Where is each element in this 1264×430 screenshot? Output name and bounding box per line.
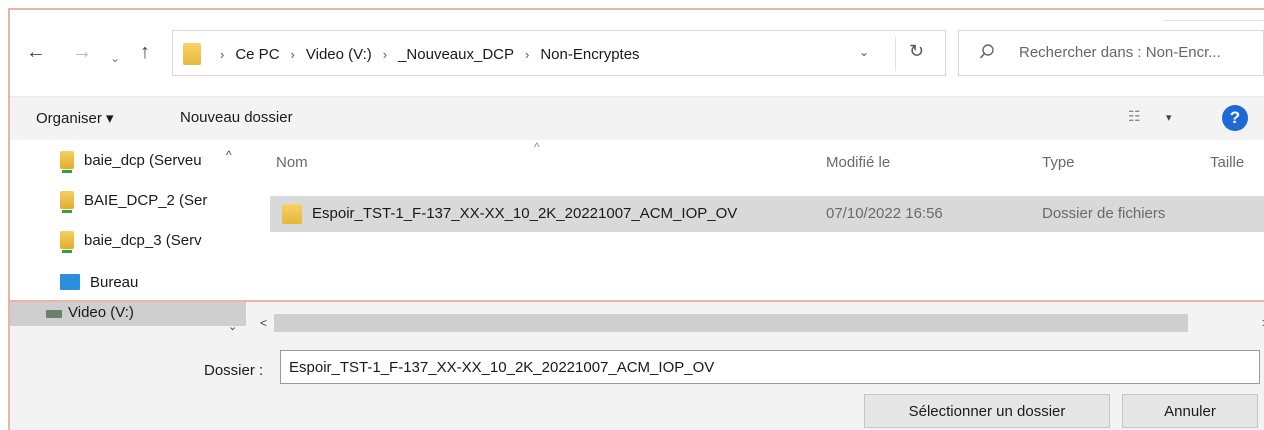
- nav-item-label: Video (V:): [68, 304, 134, 321]
- view-dropdown-chevron-icon[interactable]: ▾: [1166, 111, 1172, 124]
- organize-menu-button[interactable]: Organiser ▾: [36, 109, 114, 127]
- search-input[interactable]: Rechercher dans : Non-Encr...: [958, 30, 1264, 76]
- nav-collapse-chevron-icon[interactable]: ⌄: [228, 320, 237, 333]
- search-placeholder: Rechercher dans : Non-Encr...: [1019, 44, 1221, 61]
- new-folder-button[interactable]: Nouveau dossier: [180, 109, 293, 126]
- row-type: Dossier de fichiers: [1042, 205, 1166, 222]
- nav-item-label: baie_dcp (Serveu: [84, 151, 202, 169]
- table-row[interactable]: Espoir_TST-1_F-137_XX-XX_10_2K_20221007_…: [270, 196, 1264, 232]
- desktop-icon: [60, 274, 80, 290]
- scroll-left-icon[interactable]: <: [260, 316, 267, 330]
- recent-locations-chevron-icon[interactable]: ⌄: [110, 46, 120, 70]
- network-folder-icon: [60, 151, 74, 173]
- navigation-pane: baie_dcp (Serveu BAIE_DCP_2 (Ser baie_dc…: [10, 140, 246, 300]
- view-options-icon[interactable]: ☷: [1128, 108, 1141, 125]
- folder-field-label: Dossier :: [204, 362, 264, 379]
- column-header-type[interactable]: Type: [1042, 154, 1075, 171]
- nav-item-baie-dcp[interactable]: baie_dcp (Serveu: [60, 148, 202, 173]
- folder-icon: [183, 43, 201, 65]
- sort-ascending-icon: ^: [534, 140, 540, 154]
- breadcrumb-separator[interactable]: ›: [291, 47, 295, 62]
- address-row: ← → ⌄ ↑ › Ce PC › Video (V:) › _Nouveaux…: [10, 10, 1264, 96]
- address-divider: [895, 37, 896, 71]
- nav-item-baie-dcp-2[interactable]: BAIE_DCP_2 (Ser: [60, 188, 208, 213]
- address-bar[interactable]: › Ce PC › Video (V:) › _Nouveaux_DCP › N…: [172, 30, 946, 76]
- search-icon: [979, 44, 994, 59]
- breadcrumb-item-non-encryptes[interactable]: Non-Encryptes: [540, 46, 639, 63]
- breadcrumb-separator: ›: [220, 46, 225, 62]
- back-arrow-icon[interactable]: ←: [26, 40, 46, 64]
- nav-scroll-up-icon[interactable]: ^: [226, 148, 232, 162]
- breadcrumb-item-video[interactable]: Video (V:): [306, 46, 372, 63]
- network-folder-icon: [60, 191, 74, 213]
- breadcrumb-item-ce-pc[interactable]: Ce PC: [235, 46, 279, 63]
- network-drive-icon: [46, 310, 62, 318]
- address-dropdown-chevron-icon[interactable]: ⌄: [859, 45, 869, 59]
- breadcrumb-item-nouveaux-dcp[interactable]: _Nouveaux_DCP: [398, 46, 514, 63]
- breadcrumb: › Ce PC › Video (V:) › _Nouveaux_DCP › N…: [209, 43, 640, 65]
- nav-item-label: Bureau: [90, 273, 139, 291]
- command-toolbar: Organiser ▾ Nouveau dossier ☷ ▾ ?: [10, 96, 1264, 140]
- dialog-footer: Video (V:) ⌄ < > Dossier : Sélectionner …: [10, 302, 1264, 430]
- column-header-size[interactable]: Taille: [1210, 154, 1244, 171]
- breadcrumb-separator[interactable]: ›: [383, 47, 387, 62]
- column-header-name[interactable]: Nom: [276, 154, 308, 171]
- file-list: ^ Nom Modifié le Type Taille Espoir_TST-…: [246, 140, 1264, 300]
- nav-item-label: BAIE_DCP_2 (Ser: [84, 191, 208, 209]
- horizontal-scrollbar[interactable]: [274, 314, 1188, 332]
- network-folder-icon: [60, 231, 74, 253]
- cancel-button[interactable]: Annuler: [1122, 394, 1258, 428]
- forward-arrow-icon[interactable]: →: [72, 40, 92, 64]
- folder-icon: [282, 204, 302, 224]
- nav-item-label: baie_dcp_3 (Serv: [84, 231, 202, 249]
- row-name: Espoir_TST-1_F-137_XX-XX_10_2K_20221007_…: [312, 205, 738, 222]
- folder-field[interactable]: [280, 350, 1260, 384]
- nav-item-bureau[interactable]: Bureau: [60, 270, 138, 294]
- select-folder-button[interactable]: Sélectionner un dossier: [864, 394, 1110, 428]
- breadcrumb-separator[interactable]: ›: [525, 47, 529, 62]
- up-arrow-icon[interactable]: ↑: [140, 40, 150, 64]
- refresh-icon[interactable]: ↻: [909, 41, 924, 62]
- nav-item-video-drive[interactable]: Video (V:): [10, 302, 246, 326]
- column-header-modified[interactable]: Modifié le: [826, 154, 890, 171]
- row-modified: 07/10/2022 16:56: [826, 205, 943, 222]
- nav-item-baie-dcp-3[interactable]: baie_dcp_3 (Serv: [60, 228, 202, 253]
- window-edge-line: [1164, 20, 1264, 21]
- help-icon[interactable]: ?: [1222, 105, 1248, 131]
